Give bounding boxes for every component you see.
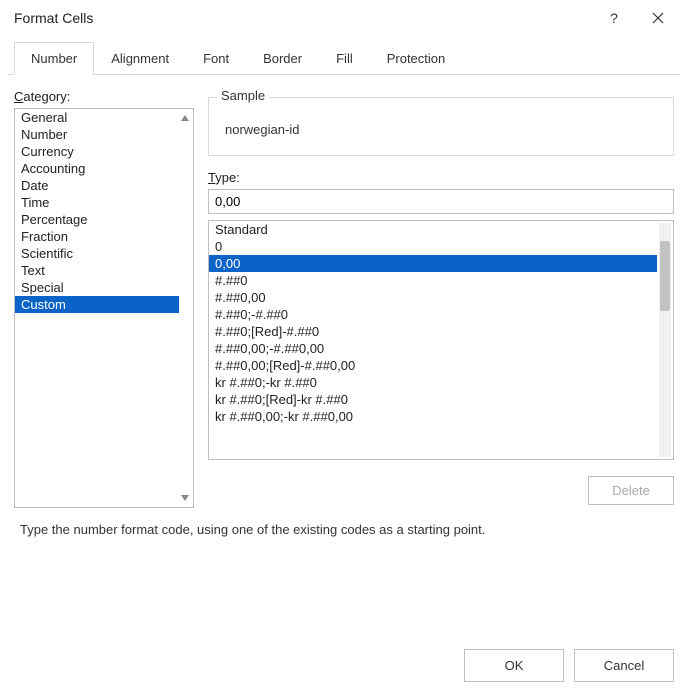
format-item[interactable]: Standard: [209, 221, 657, 238]
category-listbox[interactable]: GeneralNumberCurrencyAccountingDateTimeP…: [14, 108, 194, 508]
dialog-footer: OK Cancel: [464, 649, 674, 682]
close-icon: [652, 12, 664, 24]
category-label: Category:: [14, 89, 194, 104]
sample-value: norwegian-id: [221, 118, 661, 141]
format-item[interactable]: kr #.##0;[Red]-kr #.##0: [209, 391, 657, 408]
help-icon: ?: [610, 10, 618, 26]
format-scrollbar[interactable]: [659, 223, 671, 457]
format-item[interactable]: #.##0;-#.##0: [209, 306, 657, 323]
dialog-title: Format Cells: [14, 10, 592, 26]
category-item[interactable]: Special: [15, 279, 179, 296]
format-item[interactable]: kr #.##0,00;-kr #.##0,00: [209, 408, 657, 425]
category-item[interactable]: Currency: [15, 143, 179, 160]
tab-border[interactable]: Border: [246, 42, 319, 74]
tab-content: Category: GeneralNumberCurrencyAccountin…: [0, 75, 688, 508]
scroll-down-icon[interactable]: [180, 493, 190, 503]
category-item[interactable]: General: [15, 109, 179, 126]
category-scrollbar[interactable]: [179, 113, 191, 503]
tab-font[interactable]: Font: [186, 42, 246, 74]
category-item[interactable]: Time: [15, 194, 179, 211]
hint-text: Type the number format code, using one o…: [0, 508, 688, 537]
format-item[interactable]: #.##0,00;-#.##0,00: [209, 340, 657, 357]
scroll-up-icon[interactable]: [180, 113, 190, 123]
format-item[interactable]: 0,00: [209, 255, 657, 272]
category-item[interactable]: Accounting: [15, 160, 179, 177]
close-button[interactable]: [636, 2, 680, 34]
category-item[interactable]: Date: [15, 177, 179, 194]
category-item[interactable]: Custom: [15, 296, 179, 313]
category-item[interactable]: Scientific: [15, 245, 179, 262]
format-item[interactable]: 0: [209, 238, 657, 255]
help-button[interactable]: ?: [592, 2, 636, 34]
scrollbar-thumb[interactable]: [660, 241, 670, 311]
cancel-button[interactable]: Cancel: [574, 649, 674, 682]
type-input[interactable]: [208, 189, 674, 214]
format-item[interactable]: #.##0,00;[Red]-#.##0,00: [209, 357, 657, 374]
category-item[interactable]: Text: [15, 262, 179, 279]
tab-strip: NumberAlignmentFontBorderFillProtection: [8, 42, 680, 75]
ok-button[interactable]: OK: [464, 649, 564, 682]
delete-button[interactable]: Delete: [588, 476, 674, 505]
sample-frame: Sample norwegian-id: [208, 97, 674, 156]
category-item[interactable]: Number: [15, 126, 179, 143]
format-item[interactable]: kr #.##0;-kr #.##0: [209, 374, 657, 391]
type-label: Type:: [208, 170, 674, 185]
tab-fill[interactable]: Fill: [319, 42, 370, 74]
tab-protection[interactable]: Protection: [370, 42, 463, 74]
category-item[interactable]: Percentage: [15, 211, 179, 228]
format-item[interactable]: #.##0,00: [209, 289, 657, 306]
format-item[interactable]: #.##0;[Red]-#.##0: [209, 323, 657, 340]
titlebar: Format Cells ?: [0, 0, 688, 36]
sample-label: Sample: [217, 88, 269, 103]
format-item[interactable]: #.##0: [209, 272, 657, 289]
format-listbox[interactable]: Standard00,00#.##0#.##0,00#.##0;-#.##0#.…: [208, 220, 674, 460]
tab-alignment[interactable]: Alignment: [94, 42, 186, 74]
tab-number[interactable]: Number: [14, 42, 94, 75]
category-item[interactable]: Fraction: [15, 228, 179, 245]
